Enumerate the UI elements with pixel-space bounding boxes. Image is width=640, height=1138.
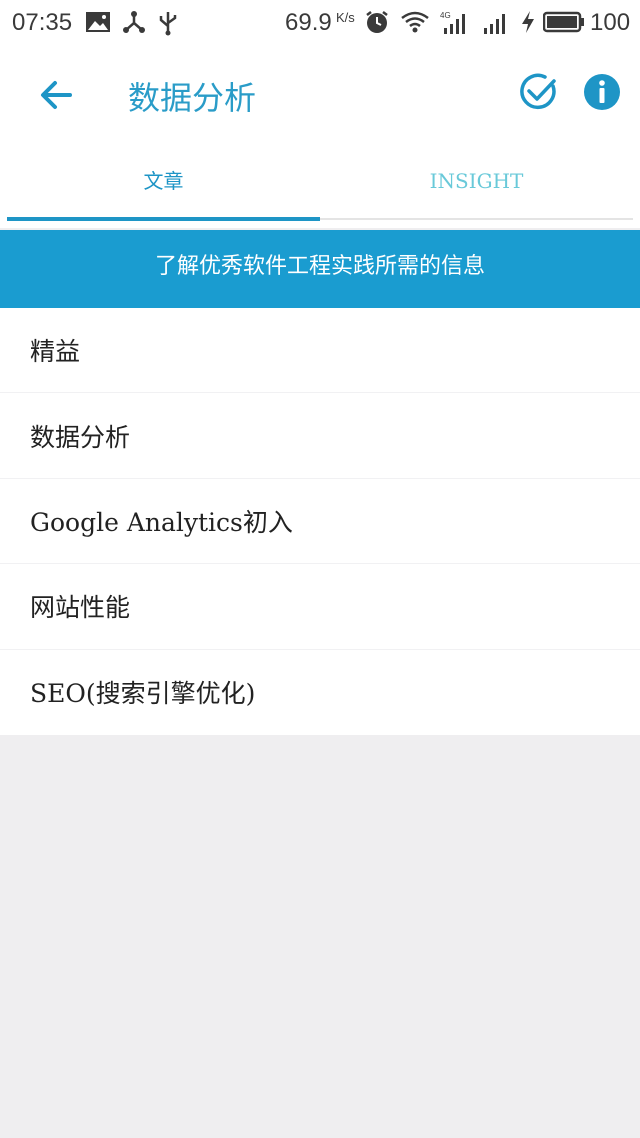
charging-icon: [522, 11, 534, 33]
usb-icon: [159, 12, 177, 36]
battery-icon: [543, 11, 584, 33]
status-bar: 07:35 69.9 K/s 4G 100: [0, 0, 640, 46]
signal-4g-icon: 4G: [440, 11, 465, 34]
signal-icon: [484, 14, 505, 34]
tab-divider: [320, 218, 633, 220]
tab-bar: 文章 INSIGHT: [0, 144, 640, 228]
page-title: 数据分析: [128, 79, 257, 117]
back-arrow-icon[interactable]: [36, 74, 78, 116]
info-banner: 了解优秀软件工程实践所需的信息: [0, 230, 640, 308]
wifi-icon: [401, 11, 429, 33]
list-item-seo[interactable]: SEO(搜索引擎优化): [0, 650, 640, 735]
tab-insight[interactable]: INSIGHT: [320, 144, 633, 220]
net-speed: 69.9: [285, 9, 332, 36]
image-icon: [86, 12, 110, 32]
tab-indicator: [7, 217, 320, 221]
app-bar: 数据分析: [0, 46, 640, 144]
battery-percent: 100: [590, 9, 631, 36]
status-time: 07:35: [12, 9, 73, 36]
info-icon[interactable]: [582, 72, 622, 112]
list-item-data-analysis[interactable]: 数据分析: [0, 393, 640, 479]
category-list: 精益 数据分析 Google Analytics初入 网站性能 SEO(搜索引擎…: [0, 308, 640, 735]
list-item-site-performance[interactable]: 网站性能: [0, 564, 640, 650]
svg-text:4G: 4G: [440, 11, 451, 20]
alarm-icon: [366, 11, 388, 33]
list-item-lean[interactable]: 精益: [0, 308, 640, 394]
list-item-google-analytics[interactable]: Google Analytics初入: [0, 479, 640, 565]
share-icon: [123, 11, 145, 33]
check-circle-icon[interactable]: [518, 72, 558, 112]
tab-articles[interactable]: 文章: [7, 144, 320, 220]
net-speed-unit: K/s: [336, 10, 355, 25]
